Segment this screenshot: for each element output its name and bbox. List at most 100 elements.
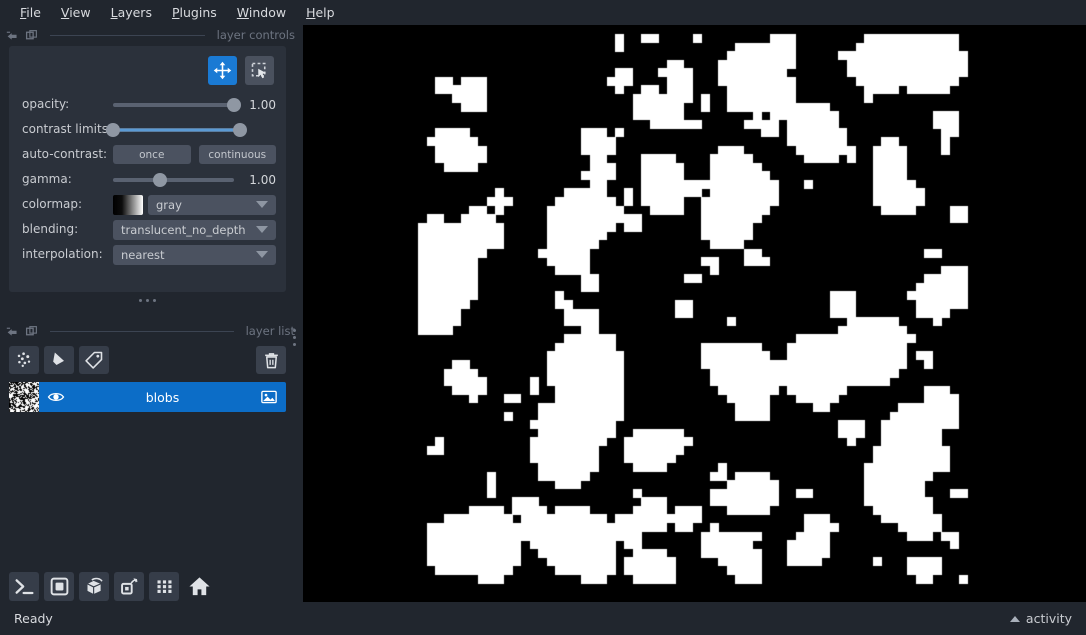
labels-icon: [85, 351, 103, 369]
blending-label: blending:: [22, 222, 79, 236]
new-points-layer-button[interactable]: [9, 346, 39, 374]
status-message: Ready: [14, 611, 53, 626]
left-dock-area: layer controls opacity: 1.00 contrast li…: [0, 24, 303, 605]
layer-list-title-label: layer list: [245, 324, 295, 338]
opacity-row: 1.00: [113, 92, 286, 117]
roll-dimensions-button[interactable]: [79, 571, 109, 601]
menu-layers[interactable]: Layers: [101, 3, 162, 22]
chevron-down-icon: [256, 226, 268, 233]
dock-title-rule: [50, 330, 234, 332]
contrast-limits-label: contrast limits:: [22, 122, 112, 136]
colormap-row: gray: [113, 192, 286, 217]
layer-controls-panel: opacity: 1.00 contrast limits: auto-cont…: [9, 46, 286, 292]
new-shapes-layer-button[interactable]: [44, 346, 74, 374]
eye-icon[interactable]: [47, 388, 65, 406]
gamma-slider-handle[interactable]: [152, 172, 167, 187]
transpose-dimensions-button[interactable]: [114, 571, 144, 601]
blending-row: translucent_no_depth: [113, 217, 286, 242]
splitter-dot: [146, 298, 149, 302]
blobs-image[interactable]: [303, 25, 1086, 602]
float-dock-icon[interactable]: [6, 325, 19, 338]
gamma-slider-track: [113, 177, 234, 182]
chevron-down-icon: [256, 201, 268, 208]
menu-window[interactable]: Window: [227, 3, 296, 22]
chevron-down-icon: [256, 251, 268, 258]
contrast-slider-handle-high[interactable]: [233, 122, 247, 137]
overflow-dot: [293, 336, 296, 339]
grid-view-button[interactable]: [149, 571, 179, 601]
gamma-value: 1.00: [249, 172, 276, 187]
console-button[interactable]: [9, 571, 39, 601]
gamma-slider[interactable]: [113, 170, 234, 190]
layer-row-body[interactable]: blobs: [39, 382, 286, 412]
opacity-slider[interactable]: [113, 95, 241, 115]
image-icon: [261, 390, 277, 404]
layer-action-buttons: [9, 342, 286, 378]
layer-rows: blobs: [9, 382, 286, 412]
layer-list-overflow-dots[interactable]: [293, 329, 296, 346]
status-bar: Ready activity: [0, 602, 1086, 635]
home-icon: [188, 576, 210, 595]
menu-file-label: ile: [26, 4, 41, 20]
contrast-slider-fill: [113, 128, 240, 131]
interpolation-label: interpolation:: [22, 247, 103, 261]
dock-splitter-handle[interactable]: [9, 292, 286, 308]
splitter-dot: [153, 298, 156, 302]
points-icon: [17, 352, 31, 367]
dock-title-rule: [50, 34, 205, 36]
contrast-limits-row: [106, 117, 286, 142]
contrast-limits-slider[interactable]: [106, 120, 247, 140]
menu-view[interactable]: View: [51, 3, 101, 22]
gamma-label: gamma:: [22, 172, 72, 186]
interpolation-value: nearest: [121, 247, 165, 262]
new-labels-layer-button[interactable]: [79, 346, 109, 374]
auto-contrast-once-button[interactable]: once: [113, 145, 191, 164]
grid-icon: [157, 579, 171, 593]
cube-roll-icon: [86, 577, 103, 594]
shapes-icon: [53, 352, 64, 365]
trash-icon: [264, 352, 278, 368]
layer-name-label: blobs: [145, 389, 180, 405]
layer-thumbnail: [9, 382, 39, 412]
opacity-slider-track: [113, 102, 234, 107]
gamma-row: 1.00: [113, 167, 286, 192]
interpolation-combobox[interactable]: nearest: [113, 244, 276, 265]
menu-plugins[interactable]: Plugins: [162, 3, 227, 22]
layer-list-dock: layer list blobs: [0, 320, 303, 590]
colormap-combobox[interactable]: gray: [148, 194, 276, 215]
viewer-button-bar: [9, 569, 214, 603]
move-icon: [213, 61, 232, 80]
menu-help[interactable]: Help: [296, 3, 345, 22]
popout-dock-icon[interactable]: [25, 325, 38, 338]
layer-controls-title-label: layer controls: [216, 28, 295, 42]
reset-view-button[interactable]: [184, 572, 214, 601]
transform-icon: [251, 62, 267, 79]
image-canvas[interactable]: [303, 25, 1086, 602]
layer-controls-grid: opacity: 1.00 contrast limits: auto-cont…: [9, 92, 286, 267]
blending-combobox[interactable]: translucent_no_depth: [113, 219, 276, 240]
auto-contrast-row: once continuous: [113, 142, 286, 167]
contrast-slider-handle-low[interactable]: [106, 122, 120, 137]
auto-contrast-label: auto-contrast:: [22, 147, 108, 161]
console-icon: [14, 578, 34, 594]
float-dock-icon[interactable]: [6, 29, 19, 42]
pan-zoom-button[interactable]: [208, 56, 237, 85]
transform-button[interactable]: [245, 56, 274, 85]
delete-layer-button[interactable]: [256, 346, 286, 374]
blending-value: translucent_no_depth: [121, 222, 246, 237]
opacity-value: 1.00: [249, 97, 276, 112]
activity-button[interactable]: activity: [1009, 611, 1072, 626]
colormap-label: colormap:: [22, 197, 83, 211]
layer-list-dock-title: layer list: [0, 320, 303, 342]
layer-row-blobs[interactable]: blobs: [9, 382, 286, 412]
overflow-dot: [293, 343, 296, 346]
colormap-value: gray: [156, 197, 182, 212]
popout-dock-icon[interactable]: [25, 29, 38, 42]
square-2d-icon: [50, 577, 68, 595]
auto-contrast-continuous-button[interactable]: continuous: [198, 145, 276, 164]
layer-controls-dock-title: layer controls: [0, 24, 303, 46]
ndisplay-toggle-button[interactable]: [44, 571, 74, 601]
opacity-slider-handle[interactable]: [227, 97, 241, 112]
menu-bar: File View Layers Plugins Window Help: [0, 0, 1086, 24]
menu-file[interactable]: File: [10, 3, 51, 22]
